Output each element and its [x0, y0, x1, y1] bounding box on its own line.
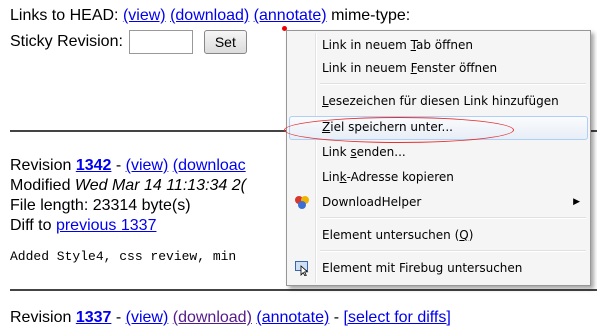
file-length: File length: 23314 byte(s) — [10, 197, 191, 214]
accesskey: Q — [459, 228, 469, 242]
firebug-inspect-icon — [294, 260, 310, 277]
modified-row: Modified Wed Mar 14 11:13:34 2( — [10, 176, 246, 196]
menu-item-label: ) — [468, 228, 474, 242]
page: Links to HEAD: (view) (download) (annota… — [0, 0, 597, 328]
menu-item-label: Link in neuem — [322, 61, 411, 75]
menu-item-downloadhelper[interactable]: DownloadHelper ▶ — [289, 191, 588, 213]
menu-item-label: enster öffnen — [416, 61, 498, 75]
downloadhelper-icon — [294, 194, 310, 210]
separator: - — [111, 157, 126, 174]
red-annotation-oval — [284, 117, 514, 143]
head-view-link[interactable]: (view) — [123, 7, 166, 24]
sticky-revision-label: Sticky Revision: — [10, 33, 123, 51]
menu-item-label: DownloadHelper — [322, 195, 422, 209]
menu-item-bookmark-link[interactable]: Lesezeichen für diesen Link hinzufügen — [289, 90, 588, 112]
menu-item-inspect-element[interactable]: Element untersuchen (Q) — [289, 224, 588, 246]
revision-1337-row: Revision 1337 - (view) (download) (annot… — [10, 308, 451, 328]
menu-item-label: Element mit Firebug untersuchen — [322, 261, 523, 275]
menu-separator — [320, 217, 586, 219]
head-download-link[interactable]: (download) — [170, 7, 249, 24]
head-annotate-link[interactable]: (annotate) — [254, 7, 327, 24]
menu-item-label: Element untersuchen ( — [322, 228, 460, 242]
links-label: Links to HEAD: — [10, 7, 119, 24]
sticky-revision-input[interactable] — [129, 30, 194, 54]
select-for-diffs-link[interactable]: [select for diffs] — [344, 309, 451, 326]
menu-item-open-in-new-window[interactable]: Link in neuem Fenster öffnen — [289, 57, 588, 79]
context-menu: Link in neuem Tab öffnen Link in neuem F… — [286, 30, 591, 286]
menu-item-label: Lin — [322, 170, 340, 184]
menu-item-copy-link-address[interactable]: Link-Adresse kopieren — [289, 166, 588, 188]
revision-1342-view-link[interactable]: (view) — [126, 157, 169, 174]
revision-label: Revision — [10, 309, 76, 326]
diff-label: Diff to — [10, 217, 56, 234]
revision-1342-row: Revision 1342 - (view) (downloac — [10, 156, 246, 176]
revision-1342-download-link[interactable]: (downloac — [173, 157, 246, 174]
separator: - — [111, 309, 126, 326]
mime-type-label: mime-type: — [331, 7, 411, 24]
revision-1337-link[interactable]: 1337 — [76, 309, 112, 326]
diff-row: Diff to previous 1337 — [10, 216, 156, 236]
menu-separator — [320, 250, 586, 252]
separator: - — [329, 309, 344, 326]
menu-item-label: ab öffnen — [415, 38, 473, 52]
links-to-head-row: Links to HEAD: (view) (download) (annota… — [10, 6, 410, 26]
log-message: Added Style4, css review, min — [10, 249, 237, 264]
menu-item-label: enden... — [356, 145, 406, 159]
menu-item-label: esezeichen für diesen Link hinzufügen — [328, 94, 559, 108]
menu-item-send-link[interactable]: Link senden... — [289, 141, 588, 163]
modified-label: Modified — [10, 177, 75, 194]
set-button[interactable]: Set — [203, 30, 247, 54]
revision-label: Revision — [10, 157, 76, 174]
menu-item-label: Link in neuem — [322, 38, 411, 52]
revision-1337-download-link[interactable]: (download) — [173, 309, 252, 326]
menu-item-open-in-new-tab[interactable]: Link in neuem Tab öffnen — [289, 34, 588, 56]
menu-item-inspect-with-firebug[interactable]: Element mit Firebug untersuchen — [289, 257, 588, 279]
diff-previous-link[interactable]: previous 1337 — [56, 217, 157, 234]
submenu-arrow-icon: ▶ — [573, 197, 580, 207]
menu-item-label: -Adresse kopieren — [346, 170, 454, 184]
sticky-revision-row: Sticky Revision: Set — [10, 30, 247, 54]
accesskey: k — [339, 170, 347, 184]
modified-date: Wed Mar 14 11:13:34 2( — [74, 177, 246, 194]
revision-1337-view-link[interactable]: (view) — [126, 309, 169, 326]
revision-1337-annotate-link[interactable]: (annotate) — [256, 309, 329, 326]
divider — [10, 289, 597, 291]
menu-item-label: Link — [322, 145, 351, 159]
revision-1342-link[interactable]: 1342 — [76, 157, 112, 174]
menu-separator — [320, 83, 586, 85]
